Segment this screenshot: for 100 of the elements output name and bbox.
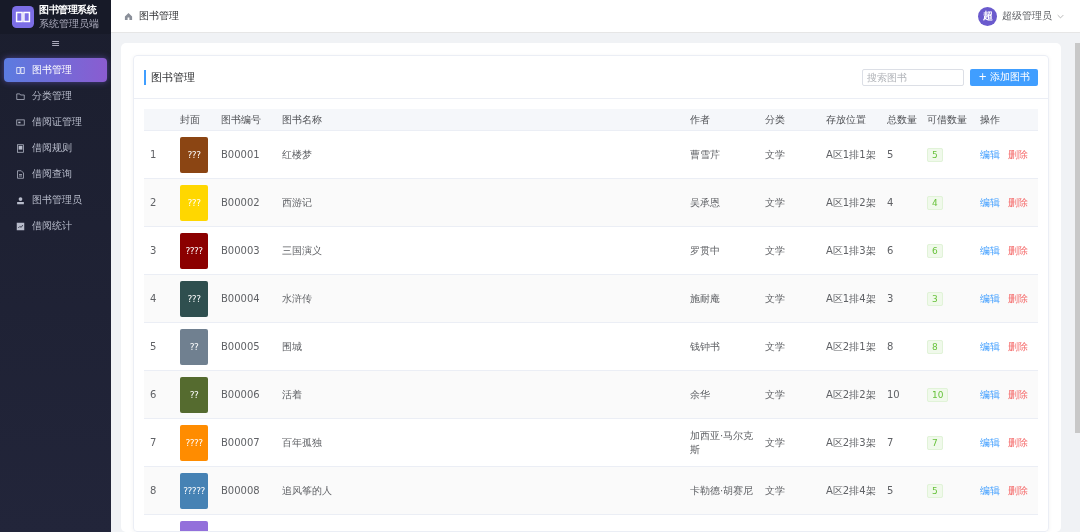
table-cell: B00007 bbox=[221, 437, 260, 448]
table-cell: A区1排3架 bbox=[826, 244, 876, 256]
table-cell: 罗贯中 bbox=[690, 244, 720, 256]
book-icon bbox=[16, 65, 25, 75]
table-cell: 5 bbox=[887, 149, 894, 160]
table-cell: 10 bbox=[887, 389, 900, 400]
edit-link[interactable]: 编辑 bbox=[980, 147, 1000, 162]
table-cell: 文学 bbox=[765, 244, 785, 256]
column-header: 操作 bbox=[979, 112, 1001, 127]
breadcrumb: 图书管理 bbox=[139, 9, 179, 23]
table-cell: 卡勒德·胡赛尼 bbox=[690, 484, 754, 496]
menu-toggle[interactable]: ≡ bbox=[50, 37, 61, 50]
table-cell: B00002 bbox=[221, 197, 260, 208]
delete-link[interactable]: 删除 bbox=[1008, 291, 1028, 306]
chart-icon bbox=[16, 221, 25, 231]
table-cell: 文学 bbox=[765, 292, 785, 304]
table-cell: B00004 bbox=[221, 293, 260, 304]
row-number: 4 bbox=[150, 293, 157, 304]
available-tag: 5 bbox=[927, 484, 943, 498]
column-header: 可借数量 bbox=[926, 112, 968, 127]
table-cell: A区2排1架 bbox=[826, 340, 876, 352]
column-header: 图书名称 bbox=[281, 112, 323, 127]
table-cell: 5 bbox=[887, 485, 894, 496]
table-cell: 余华 bbox=[690, 388, 710, 400]
table-cell: 红楼梦 bbox=[282, 148, 312, 160]
add-book-button[interactable]: + 添加图书 bbox=[970, 68, 1038, 86]
sidebar-item[interactable]: 借阅查询 bbox=[4, 162, 107, 186]
row-number: 8 bbox=[150, 485, 157, 496]
sidebar-item[interactable]: 借阅规则 bbox=[4, 136, 107, 160]
table-cell: A区1排1架 bbox=[826, 148, 876, 160]
table-cell: 文学 bbox=[765, 196, 785, 208]
search-field[interactable]: 搜索图书 bbox=[862, 68, 965, 86]
table-cell: 水浒传 bbox=[282, 292, 312, 304]
delete-link[interactable]: 删除 bbox=[1008, 387, 1028, 402]
table-cell: 三国演义 bbox=[282, 244, 322, 256]
table-cell: A区1排2架 bbox=[826, 196, 876, 208]
edit-link[interactable]: 编辑 bbox=[980, 435, 1000, 450]
user-avatar[interactable]: 超 bbox=[978, 6, 997, 26]
folder-icon bbox=[16, 91, 25, 101]
edit-link[interactable]: 编辑 bbox=[980, 387, 1000, 402]
book-cover: ??? bbox=[180, 184, 208, 221]
table-cell: 文学 bbox=[765, 148, 785, 160]
edit-link[interactable]: 编辑 bbox=[980, 195, 1000, 210]
row-number: 7 bbox=[150, 437, 157, 448]
table-cell: B00008 bbox=[221, 485, 260, 496]
edit-link[interactable]: 编辑 bbox=[980, 339, 1000, 354]
book-cover: ????? bbox=[180, 472, 208, 509]
row-number: 5 bbox=[150, 341, 157, 352]
edit-link[interactable]: 编辑 bbox=[980, 243, 1000, 258]
sidebar-item[interactable]: 借阅统计 bbox=[4, 214, 107, 238]
table-cell: B00006 bbox=[221, 389, 260, 400]
table-cell: 文学 bbox=[765, 484, 785, 496]
sidebar-item[interactable]: 借阅证管理 bbox=[4, 110, 107, 134]
book-cover: ?? bbox=[180, 328, 208, 365]
edit-link[interactable]: 编辑 bbox=[980, 291, 1000, 306]
table-cell: B00001 bbox=[221, 149, 260, 160]
available-tag: 8 bbox=[927, 340, 943, 354]
document-icon bbox=[16, 169, 25, 179]
delete-link[interactable]: 删除 bbox=[1008, 339, 1028, 354]
column-header: 作者 bbox=[689, 112, 711, 127]
sidebar-item[interactable]: 分类管理 bbox=[4, 84, 107, 108]
book-cover: ??? bbox=[180, 280, 208, 317]
table-cell: 吴承恩 bbox=[690, 196, 720, 208]
app-title: 图书管理系统 bbox=[39, 3, 98, 17]
scrollbar[interactable] bbox=[1075, 43, 1080, 433]
table-cell: 6 bbox=[887, 245, 894, 256]
table-cell: 文学 bbox=[765, 388, 785, 400]
delete-link[interactable]: 删除 bbox=[1008, 195, 1028, 210]
sidebar-item[interactable]: 图书管理 bbox=[4, 58, 107, 82]
chevron-down-icon[interactable] bbox=[1057, 13, 1064, 19]
table-cell: 文学 bbox=[765, 340, 785, 352]
row-number: 3 bbox=[150, 245, 157, 256]
row-number: 1 bbox=[150, 149, 157, 160]
table-cell: 3 bbox=[887, 293, 894, 304]
column-header: 总数量 bbox=[886, 112, 918, 127]
card-icon bbox=[16, 117, 25, 127]
delete-link[interactable]: 删除 bbox=[1008, 243, 1028, 258]
table-cell: 加西亚·马尔克斯 bbox=[690, 429, 754, 455]
home-icon bbox=[124, 11, 133, 21]
table-cell: 8 bbox=[887, 341, 894, 352]
table-cell: B00005 bbox=[221, 341, 260, 352]
table-cell: 活着 bbox=[282, 388, 302, 400]
app-subtitle: 系统管理员端 bbox=[39, 17, 99, 31]
delete-link[interactable]: 删除 bbox=[1008, 483, 1028, 498]
book-cover: ?? bbox=[180, 376, 208, 413]
edit-link[interactable]: 编辑 bbox=[980, 483, 1000, 498]
delete-link[interactable]: 删除 bbox=[1008, 435, 1028, 450]
table-cell: B00003 bbox=[221, 245, 260, 256]
table-cell: A区2排2架 bbox=[826, 388, 876, 400]
table-cell: 百年孤独 bbox=[282, 436, 322, 448]
delete-link[interactable]: 删除 bbox=[1008, 147, 1028, 162]
sidebar-item[interactable]: 图书管理员 bbox=[4, 188, 107, 212]
book-cover: ???? bbox=[180, 424, 208, 461]
row-number: 2 bbox=[150, 197, 157, 208]
available-tag: 4 bbox=[927, 196, 943, 210]
available-tag: 6 bbox=[927, 244, 943, 258]
table-cell: A区2排4架 bbox=[826, 484, 876, 496]
available-tag: 5 bbox=[927, 148, 943, 162]
table-cell: 曹雪芹 bbox=[690, 148, 720, 160]
user-name[interactable]: 超级管理员 bbox=[1002, 9, 1052, 23]
